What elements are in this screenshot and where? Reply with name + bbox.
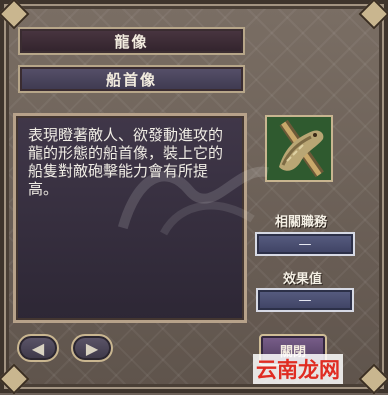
watermark-site-name: 云南龙网 [253,354,343,384]
effect-label: 效果值 [283,272,323,287]
effect-value-box: — [256,288,354,312]
item-category: 船首像 [105,70,157,89]
job-value: — [298,236,312,252]
dragon-figurehead-art [267,117,331,180]
arrow-left-icon: ◀ [31,338,45,358]
item-name-bar: 龍像 [18,27,245,55]
item-name: 龍像 [114,32,149,51]
job-label: 相關職務 [275,215,328,230]
next-button[interactable]: ▶ [71,334,113,362]
effect-value: — [298,292,312,308]
item-description: 表現瞪著敵人、欲發動進攻的龍的形態的船首像，裝上它的船隻對敵砲擊能力會有所提高。 [28,126,224,198]
arrow-right-icon: ▶ [85,338,99,358]
dragon-figurehead-icon [265,115,333,182]
item-category-bar: 船首像 [18,65,245,93]
item-description-box: 表現瞪著敵人、欲發動進攻的龍的形態的船首像，裝上它的船隻對敵砲擊能力會有所提高。 [13,113,247,323]
job-value-box: — [255,232,355,256]
previous-button[interactable]: ◀ [17,334,59,362]
